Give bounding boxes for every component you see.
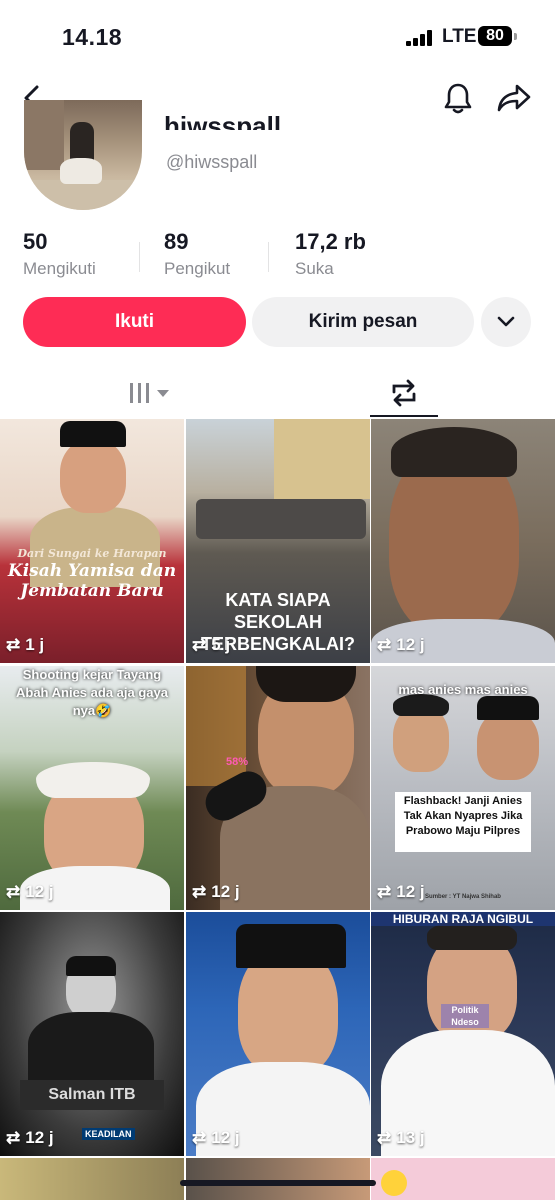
video-thumbnail[interactable] xyxy=(186,1158,370,1200)
bell-icon xyxy=(444,83,472,114)
notification-button[interactable] xyxy=(438,78,478,118)
video-thumbnail[interactable]: HIBURAN RAJA NGIBUL Politik Ndeso ⇄ 13 j xyxy=(371,912,555,1156)
signal-icon xyxy=(406,30,436,46)
repost-count: ⇄ 12 j xyxy=(192,1128,240,1148)
count-label: 5 j xyxy=(211,635,231,654)
avatar[interactable] xyxy=(24,100,142,210)
count-label: 12 j xyxy=(25,1128,54,1147)
repost-icon: ⇄ xyxy=(6,635,21,654)
repost-count: ⇄ 12 j xyxy=(6,882,54,902)
stat-label: Pengikut xyxy=(164,259,231,278)
video-thumbnail[interactable]: Dari Sungai ke Harapan Kisah Yamisa dan … xyxy=(0,419,184,663)
video-thumbnail[interactable]: ⇄ 12 j xyxy=(186,912,370,1156)
video-thumbnail[interactable] xyxy=(0,1158,184,1200)
stat-value: 50 xyxy=(23,229,48,254)
video-tag: Politik Ndeso xyxy=(441,1004,489,1028)
count-label: 12 j xyxy=(396,635,425,654)
repost-count: ⇄ 12 j xyxy=(6,1128,54,1148)
repost-icon: ⇄ xyxy=(192,1128,207,1147)
stat-following[interactable]: 50 Mengikuti xyxy=(23,229,96,279)
status-time: 14.18 xyxy=(62,24,123,50)
stat-label: Mengikuti xyxy=(23,259,96,278)
progress-badge: 58% xyxy=(226,756,249,768)
video-title: Kisah Yamisa dan Jembatan Baru xyxy=(7,561,177,601)
repost-count: ⇄ 12 j xyxy=(192,882,240,902)
stat-likes[interactable]: 17,2 rb Suka xyxy=(295,229,366,279)
home-indicator[interactable] xyxy=(180,1180,376,1186)
chevron-down-icon xyxy=(497,316,515,327)
count-label: 12 j xyxy=(211,882,240,901)
profile-username: hiwsspall xyxy=(164,116,281,130)
count-label: 12 j xyxy=(211,1128,240,1147)
repost-count: ⇄ 5 j xyxy=(192,635,230,655)
repost-icon: ⇄ xyxy=(6,882,21,901)
video-thumbnail[interactable]: KATA SIAPA SEKOLAH TERBENGKALAI? ⇄ 5 j xyxy=(186,419,370,663)
battery-icon: 80 xyxy=(478,26,512,46)
follow-button[interactable]: Ikuti xyxy=(23,297,246,347)
count-label: 13 j xyxy=(396,1128,425,1147)
count-label: 12 j xyxy=(25,882,54,901)
stat-value: 89 xyxy=(164,229,189,254)
repost-icon: ⇄ xyxy=(6,1128,21,1147)
divider xyxy=(139,242,140,272)
tab-reposts[interactable] xyxy=(370,368,438,418)
status-bar: 14.18 LTE 80 xyxy=(0,0,555,70)
video-title: Shooting kejar Tayang Abah Anies ada aja… xyxy=(16,667,168,718)
count-label: 12 j xyxy=(396,882,425,901)
video-title: mas anies mas anies xyxy=(398,682,528,697)
video-thumbnail[interactable]: 58% ⇄ 12 j xyxy=(186,666,370,910)
tab-videos[interactable] xyxy=(110,368,190,418)
share-icon xyxy=(497,84,531,112)
repost-count: ⇄ 13 j xyxy=(377,1128,425,1148)
repost-icon: ⇄ xyxy=(377,882,392,901)
video-thumbnail[interactable]: Salman ITB KEADILAN ⇄ 12 j xyxy=(0,912,184,1156)
repost-icon: ⇄ xyxy=(192,635,207,654)
video-tag: KEADILAN xyxy=(82,1128,135,1140)
share-button[interactable] xyxy=(494,78,534,118)
send-message-button[interactable]: Kirim pesan xyxy=(252,297,474,347)
video-title: HIBURAN RAJA NGIBUL xyxy=(371,912,555,926)
video-caption: Flashback! Janji Anies Tak Akan Nyapres … xyxy=(403,795,523,837)
repost-count: ⇄ 12 j xyxy=(377,882,425,902)
network-type: LTE xyxy=(442,26,477,47)
repost-icon xyxy=(392,379,416,407)
tab-indicator xyxy=(370,415,438,417)
profile-handle: @hiwsspall xyxy=(166,152,258,172)
repost-icon: ⇄ xyxy=(377,1128,392,1147)
stat-followers[interactable]: 89 Pengikut xyxy=(164,229,230,279)
battery-tip xyxy=(514,33,517,40)
more-options-button[interactable] xyxy=(481,297,531,347)
video-thumbnail[interactable]: ⇄ 12 j xyxy=(371,419,555,663)
stat-value: 17,2 rb xyxy=(295,229,366,254)
divider xyxy=(268,242,269,272)
repost-icon: ⇄ xyxy=(377,635,392,654)
repost-count: ⇄ 1 j xyxy=(6,635,44,655)
video-caption: Salman ITB xyxy=(48,1086,136,1103)
stat-label: Suka xyxy=(295,259,334,278)
repost-count: ⇄ 12 j xyxy=(377,635,425,655)
video-thumbnail[interactable]: mas anies mas anies Flashback! Janji Ani… xyxy=(371,666,555,910)
repost-icon: ⇄ xyxy=(192,882,207,901)
video-thumbnail[interactable]: Shooting kejar Tayang Abah Anies ada aja… xyxy=(0,666,184,910)
grid-icon xyxy=(130,383,169,403)
video-subtitle: Dari Sungai ke Harapan xyxy=(17,547,167,560)
video-thumbnail[interactable] xyxy=(371,1158,555,1200)
count-label: 1 j xyxy=(25,635,45,654)
